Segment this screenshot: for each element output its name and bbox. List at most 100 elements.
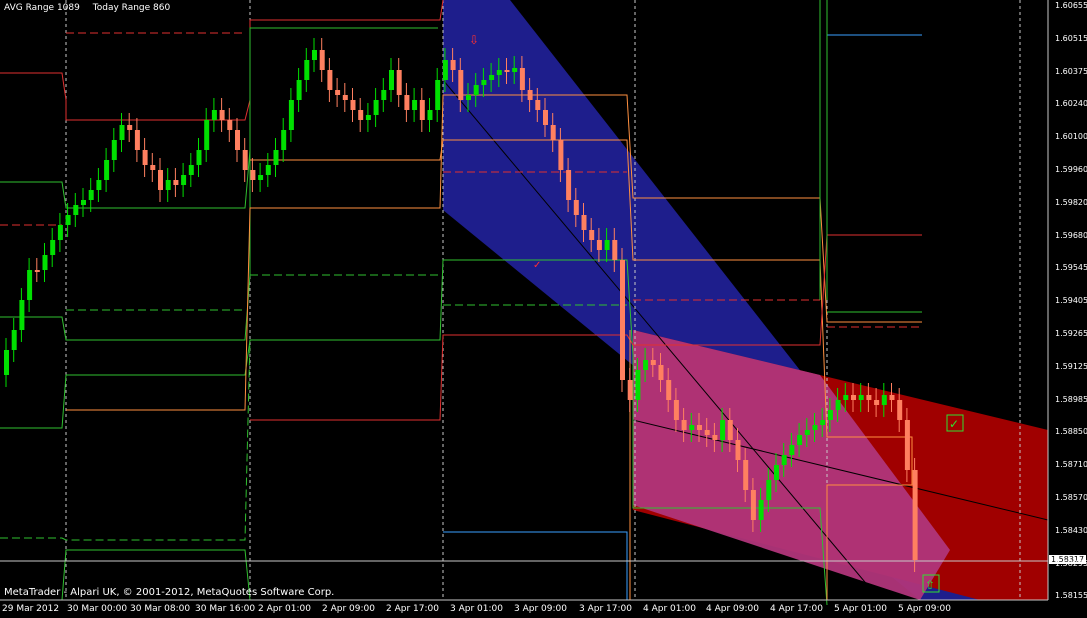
candle-body xyxy=(288,100,294,130)
price-tick: 1.58155 xyxy=(1055,591,1087,601)
price-chart[interactable]: ⇩ ✓ ✓ ⇧ xyxy=(0,0,1087,618)
candle-body xyxy=(419,100,425,120)
down-arrow-icon: ⇩ xyxy=(469,33,479,47)
price-tick: 1.58570 xyxy=(1055,493,1087,502)
price-tick: 1.59820 xyxy=(1055,197,1087,207)
candle-body xyxy=(219,110,225,120)
candle-body xyxy=(774,465,779,480)
candle-body xyxy=(50,240,56,255)
candle-body xyxy=(681,420,687,430)
candle-body xyxy=(88,190,94,200)
candle-body xyxy=(874,400,880,405)
candle-body xyxy=(335,90,341,95)
price-tick: 1.60655 xyxy=(1055,1,1087,10)
candle-body xyxy=(489,75,495,80)
candle-body xyxy=(350,100,356,110)
time-tick: 3 Apr 09:00 xyxy=(514,604,567,614)
time-tick: 2 Apr 17:00 xyxy=(386,604,439,614)
candle-body xyxy=(573,200,579,215)
candle-body xyxy=(566,170,572,200)
time-tick: 2 Apr 09:00 xyxy=(322,604,375,614)
price-tick: 1.60240 xyxy=(1055,99,1087,109)
candle-body xyxy=(196,150,202,165)
candle-body xyxy=(535,100,541,110)
chart-header: AVG Range 1089 Today Range 860 xyxy=(4,3,180,13)
candle-body xyxy=(789,445,795,455)
candle-body xyxy=(658,365,664,380)
price-tick: 1.59265 xyxy=(1055,329,1087,338)
candle-body xyxy=(712,435,718,440)
time-tick: 29 Mar 2012 xyxy=(2,604,60,614)
price-tick: 1.60100 xyxy=(1055,132,1087,142)
candle-body xyxy=(104,160,110,180)
candle-body xyxy=(750,490,756,520)
candle-body xyxy=(265,165,271,175)
price-tick: 1.59680 xyxy=(1055,230,1087,240)
time-tick: 2 Apr 01:00 xyxy=(258,604,311,614)
candle-body xyxy=(596,240,602,250)
candle-body xyxy=(304,60,310,80)
price-tick: 1.58430 xyxy=(1055,525,1087,535)
candle-body xyxy=(504,70,510,72)
candle-body xyxy=(81,200,86,205)
candle-body xyxy=(389,70,394,90)
candle-body xyxy=(211,110,217,120)
price-tick: 1.59125 xyxy=(1055,361,1087,371)
candle-body xyxy=(96,180,102,190)
time-tick: 4 Apr 01:00 xyxy=(643,604,696,614)
candle-body xyxy=(858,395,864,400)
candle-body xyxy=(612,240,618,260)
candle-body xyxy=(758,500,764,520)
time-tick: 5 Apr 01:00 xyxy=(834,604,887,614)
candle-body xyxy=(558,140,564,170)
candle-body xyxy=(766,480,772,500)
candle-body xyxy=(458,70,464,100)
candle-body xyxy=(250,170,256,180)
check-icon: ✓ xyxy=(533,260,541,271)
candle-body xyxy=(19,300,25,330)
candle-body xyxy=(319,50,325,70)
copyright-text: MetaTrader - Alpari UK, © 2001-2012, Met… xyxy=(4,587,335,598)
candle-body xyxy=(327,70,333,90)
candle-body xyxy=(342,95,348,100)
candle-body xyxy=(242,150,248,170)
candle-body xyxy=(57,225,63,240)
price-tick: 1.59960 xyxy=(1055,165,1087,174)
candle-body xyxy=(812,425,818,430)
candle-body xyxy=(150,165,156,170)
candle-body xyxy=(281,130,287,150)
candle-body xyxy=(835,400,841,410)
candle-body xyxy=(643,360,649,370)
candle-body xyxy=(11,330,17,350)
candle-body xyxy=(604,240,610,250)
candle-body xyxy=(42,255,48,270)
candle-body xyxy=(65,215,71,225)
time-tick: 30 Mar 16:00 xyxy=(195,604,256,614)
time-tick: 5 Apr 09:00 xyxy=(898,604,951,614)
candle-body xyxy=(4,350,9,375)
candle-body xyxy=(543,110,548,125)
candle-body xyxy=(689,425,695,430)
candle-body xyxy=(181,175,187,185)
price-tick: 1.58295 xyxy=(1055,558,1087,568)
price-tick: 1.58850 xyxy=(1055,427,1087,437)
candle-body xyxy=(227,120,233,130)
candle-body xyxy=(889,395,895,400)
time-tick: 30 Mar 08:00 xyxy=(130,604,191,614)
candle-body xyxy=(650,360,656,365)
candle-body xyxy=(727,420,733,440)
time-tick: 4 Apr 17:00 xyxy=(770,604,823,614)
time-tick: 3 Apr 17:00 xyxy=(579,604,632,614)
candle-body xyxy=(173,180,179,185)
candle-body xyxy=(188,165,194,175)
candle-body xyxy=(450,60,456,70)
candle-body xyxy=(235,130,240,150)
candle-body xyxy=(881,395,887,405)
candle-body xyxy=(589,230,595,240)
candle-body xyxy=(481,80,487,85)
candle-body xyxy=(466,95,471,100)
candle-body xyxy=(512,68,518,72)
candle-body xyxy=(111,140,117,160)
candle-body xyxy=(843,395,849,400)
candle-body xyxy=(404,95,410,110)
